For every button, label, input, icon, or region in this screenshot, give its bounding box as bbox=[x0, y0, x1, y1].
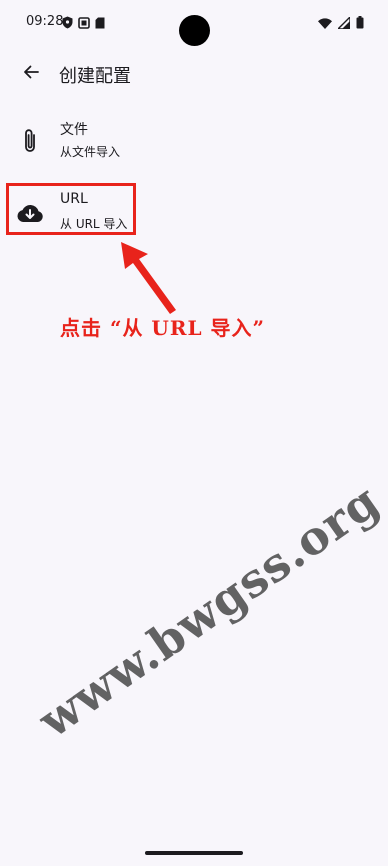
highlight-box bbox=[6, 183, 136, 235]
battery-icon bbox=[356, 14, 364, 33]
back-button[interactable] bbox=[16, 58, 46, 88]
arrow-back-icon bbox=[23, 64, 39, 83]
watermark: www.bwgss.org bbox=[28, 473, 388, 749]
shield-icon bbox=[62, 14, 73, 33]
wifi-icon bbox=[318, 14, 332, 33]
sd-card-icon bbox=[95, 14, 105, 33]
home-indicator[interactable] bbox=[145, 851, 243, 855]
paperclip-icon bbox=[16, 127, 44, 155]
status-icons-right bbox=[318, 14, 364, 33]
option-title: 文件 bbox=[60, 122, 88, 138]
camera-cutout bbox=[179, 15, 210, 46]
status-time: 09:28 bbox=[26, 14, 64, 29]
page-title: 创建配置 bbox=[59, 66, 131, 87]
option-import-file[interactable]: 文件 从文件导入 bbox=[0, 113, 388, 173]
status-icons-left bbox=[62, 14, 105, 33]
option-subtitle: 从文件导入 bbox=[60, 145, 121, 159]
screenshot-icon bbox=[78, 14, 90, 33]
annotation-text: 点击 “从 URL 导入” bbox=[60, 316, 266, 340]
status-bar: 09:28 bbox=[0, 0, 388, 46]
annotation-arrow bbox=[112, 236, 182, 320]
signal-icon bbox=[336, 14, 351, 33]
app-bar: 创建配置 bbox=[0, 52, 388, 96]
